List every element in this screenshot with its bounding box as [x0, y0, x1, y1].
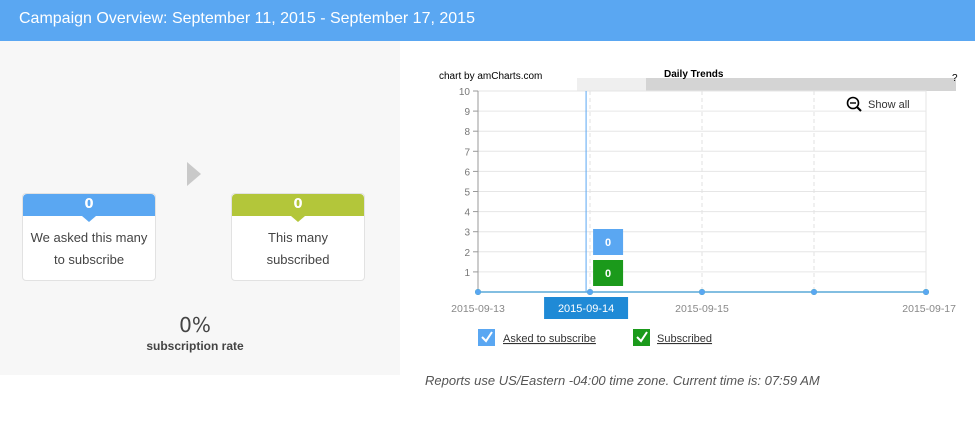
- y-tick-label: 1: [464, 268, 470, 279]
- y-tick-label: 3: [464, 228, 470, 239]
- subscribed-balloon: 0: [593, 260, 624, 286]
- x-tick-label: 2015-09-15: [675, 303, 729, 315]
- legend-asked-label[interactable]: Asked to subscribe: [503, 333, 596, 345]
- y-tick-label: 8: [464, 127, 470, 138]
- daily-trends-chart[interactable]: chart by amCharts.com Daily Trends ? 1 2 3…: [401, 41, 975, 375]
- legend-subscribed[interactable]: Subscribed: [633, 329, 712, 346]
- subscribed-label-line2: subscribed: [266, 252, 330, 267]
- asked-label-line2: to subscribe: [53, 252, 125, 267]
- y-tick-label: 5: [464, 188, 470, 199]
- timezone-note: Reports use US/Eastern -04:00 time zone.…: [425, 373, 820, 388]
- chart-title: Daily Trends: [664, 69, 724, 80]
- arrow-right-icon: [187, 162, 201, 186]
- show-all-button[interactable]: Show all: [846, 96, 910, 112]
- y-tick-label: 6: [464, 167, 470, 178]
- subscription-rate-value: 0%: [179, 313, 211, 337]
- y-tick-label: 4: [464, 208, 470, 219]
- data-point: [475, 289, 481, 295]
- asked-card: 0 We asked this many to subscribe: [22, 193, 156, 281]
- asked-count: 0: [23, 194, 155, 222]
- x-tick-label: 2015-09-13: [451, 303, 505, 315]
- chart-credit[interactable]: chart by amCharts.com: [439, 71, 542, 82]
- chart-grid: [477, 90, 927, 293]
- data-point: [923, 289, 929, 295]
- subscribed-card: 0 This many subscribed: [231, 193, 365, 281]
- cursor-date-tag: 2015-09-14: [544, 297, 629, 319]
- page-title: Campaign Overview: September 11, 2015 - …: [19, 10, 475, 27]
- asked-label: We asked this many to subscribe: [23, 227, 155, 271]
- data-point: [699, 289, 705, 295]
- asked-balloon-value: 0: [605, 237, 611, 249]
- data-point: [811, 289, 817, 295]
- x-tick-label: 2015-09-17: [902, 303, 956, 315]
- subscribed-count: 0: [232, 194, 364, 222]
- subscribed-balloon-value: 0: [605, 268, 611, 280]
- asked-balloon: 0: [593, 229, 624, 255]
- y-tick-label: 10: [459, 87, 471, 98]
- help-icon[interactable]: ?: [952, 73, 958, 84]
- legend-asked[interactable]: Asked to subscribe: [478, 329, 596, 346]
- data-point: [587, 289, 593, 295]
- x-axis: 2015-09-13 2015-09-15 2015-09-17: [451, 303, 956, 315]
- asked-label-line1: We asked this many: [30, 230, 148, 245]
- legend-subscribed-label[interactable]: Subscribed: [657, 333, 712, 345]
- funnel-panel: 0 We asked this many to subscribe 0 This…: [0, 41, 400, 375]
- subscription-rate-label: subscription rate: [146, 339, 244, 353]
- subscribed-label-line1: This many: [268, 230, 328, 245]
- y-tick-label: 7: [464, 147, 470, 158]
- y-tick-label: 2: [464, 248, 470, 259]
- y-axis: 1 2 3 4 5 6 7 8 9 10: [459, 87, 479, 292]
- header-bar: Campaign Overview: September 11, 2015 - …: [0, 0, 975, 41]
- chart-panel: chart by amCharts.com Daily Trends ? 1 2 3…: [401, 41, 975, 375]
- chart-series: [475, 289, 929, 295]
- legend-asked-checkbox[interactable]: [478, 329, 495, 346]
- subscribed-label: This many subscribed: [232, 227, 364, 271]
- y-tick-label: 9: [464, 107, 470, 118]
- cursor-date: 2015-09-14: [558, 303, 614, 315]
- show-all-label: Show all: [868, 99, 910, 111]
- legend-subscribed-checkbox[interactable]: [633, 329, 650, 346]
